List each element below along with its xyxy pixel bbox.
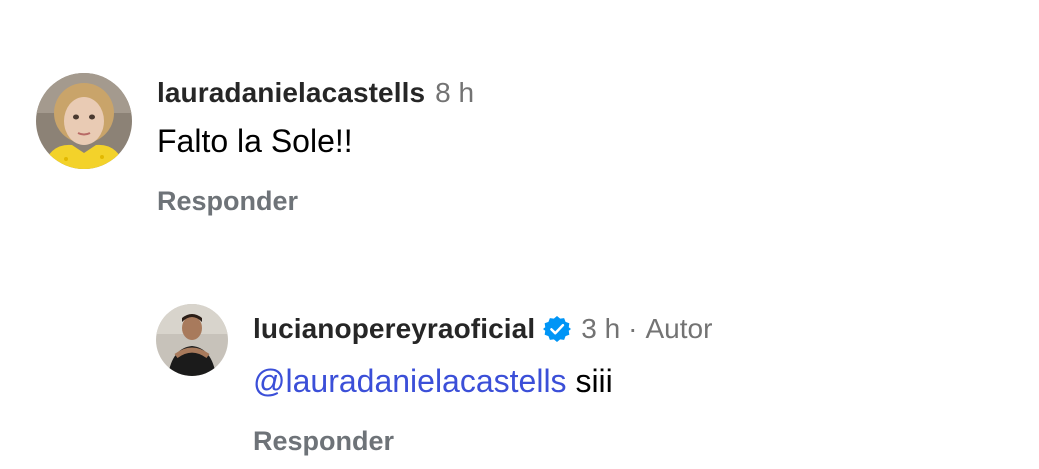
author-label: Autor (645, 313, 713, 344)
avatar-image (36, 73, 132, 169)
comment: lauradanielacastells 8 h Falto la Sole!!… (0, 0, 1039, 240)
reply-header: lucianopereyraoficial 3 h · Autor (253, 311, 712, 347)
reply-comment: lucianopereyraoficial 3 h · Autor @laura… (0, 290, 1039, 469)
avatar[interactable] (36, 73, 132, 169)
reply-message: siii (575, 363, 613, 399)
reply-avatar[interactable] (156, 304, 228, 376)
reply-text: @lauradanielacastells siii (253, 363, 613, 400)
comment-username[interactable]: lauradanielacastells (157, 77, 425, 109)
comment-text: Falto la Sole!! (157, 123, 353, 159)
reply-button[interactable]: Responder (253, 426, 394, 457)
meta-separator: · (628, 313, 638, 344)
mention-link[interactable]: @lauradanielacastells (253, 363, 567, 399)
reply-avatar-image (156, 304, 228, 376)
reply-username[interactable]: lucianopereyraoficial (253, 313, 535, 345)
verified-badge-icon (543, 315, 572, 343)
reply-timestamp[interactable]: 3 h (581, 313, 620, 345)
comment-header: lauradanielacastells 8 h (157, 75, 474, 111)
reply-button[interactable]: Responder (157, 186, 298, 217)
comment-timestamp[interactable]: 8 h (435, 77, 474, 109)
